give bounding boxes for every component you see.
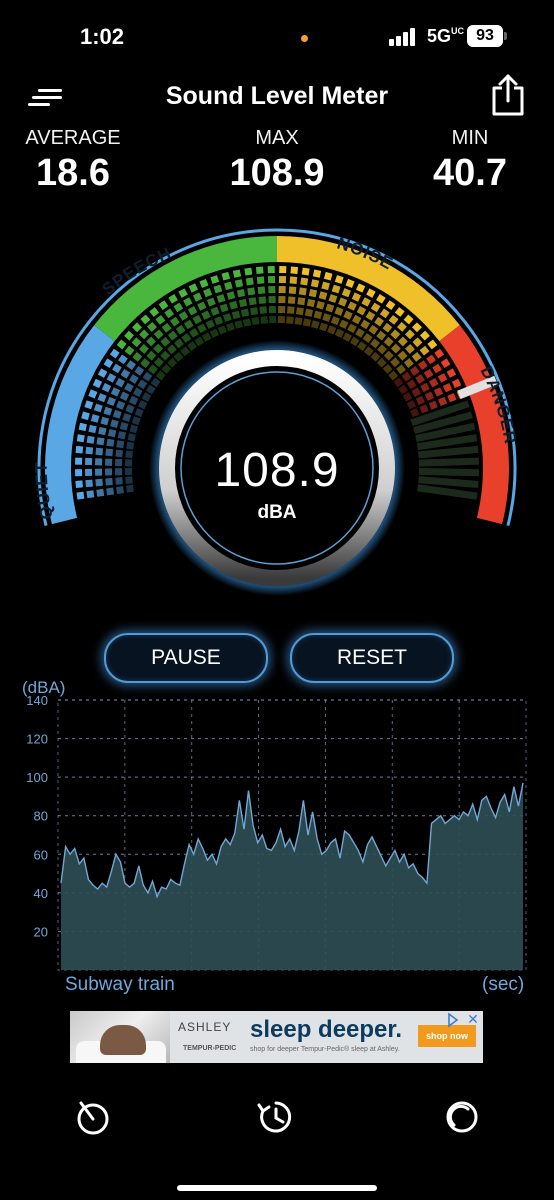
cellular-signal-icon bbox=[389, 28, 417, 46]
stat-max-value: 108.9 bbox=[229, 152, 325, 194]
sound-level-gauge: QUIET SPEECH NOISE DANGER bbox=[32, 228, 519, 596]
stat-min-label: MIN bbox=[451, 127, 489, 149]
home-indicator bbox=[177, 1185, 377, 1191]
recording-indicator-dot bbox=[301, 35, 308, 42]
gauge-tick bbox=[74, 467, 133, 477]
gauge-tick bbox=[418, 467, 480, 477]
ad-close-icon[interactable]: ✕ bbox=[463, 1011, 483, 1029]
sound-history-chart: 20 40 60 80 100 120 140 bbox=[26, 693, 527, 971]
chart-x-unit: (sec) bbox=[482, 974, 525, 995]
ad-brand: ASHLEY bbox=[178, 1020, 232, 1034]
stat-min-value: 40.7 bbox=[433, 152, 507, 194]
ad-headline: sleep deeper. bbox=[250, 1016, 403, 1043]
gauge-tick bbox=[376, 322, 422, 368]
stat-max: MAX 108.9 bbox=[187, 127, 367, 195]
ad-subtext: shop for deeper Tempur-Pedic® sleep at A… bbox=[250, 1046, 400, 1053]
ad-choices-icon[interactable] bbox=[444, 1011, 462, 1029]
battery-tip bbox=[504, 32, 507, 40]
share-icon[interactable] bbox=[490, 74, 526, 116]
chart-area-fill bbox=[61, 782, 523, 970]
current-reading-value: 108.9 bbox=[214, 444, 340, 497]
chart-ytick-label: 140 bbox=[26, 693, 48, 708]
chart-caption: Subway train bbox=[65, 974, 175, 995]
gauge-tick bbox=[418, 457, 480, 467]
chart-ytick-label: 40 bbox=[34, 886, 48, 901]
gauge-tick bbox=[76, 484, 134, 500]
chart-ytick-label: 60 bbox=[34, 847, 48, 862]
gauge-tick bbox=[418, 476, 479, 488]
status-time: 1:02 bbox=[80, 24, 125, 49]
gauge-tick bbox=[277, 265, 287, 324]
history-icon[interactable] bbox=[256, 1097, 296, 1137]
page-title: Sound Level Meter bbox=[165, 82, 389, 110]
network-type: 5GUC bbox=[427, 26, 465, 46]
battery-level: 93 bbox=[467, 25, 503, 47]
gauge-tick bbox=[75, 476, 133, 488]
settings-icon[interactable] bbox=[442, 1097, 482, 1137]
chart-ytick-label: 120 bbox=[26, 732, 48, 747]
gauge-tick bbox=[76, 434, 135, 450]
ad-brand-secondary: TEMPUR-PEDIC bbox=[183, 1045, 237, 1052]
gauge-icon[interactable] bbox=[73, 1097, 113, 1137]
gauge-tick bbox=[75, 445, 133, 459]
current-reading: 108.9 dBA bbox=[177, 443, 377, 524]
stat-min: MIN 40.7 bbox=[380, 127, 554, 195]
gauge-tick bbox=[132, 322, 178, 368]
gauge-tick bbox=[418, 445, 479, 459]
gauge-tick bbox=[294, 267, 310, 326]
current-reading-unit: dBA bbox=[257, 502, 297, 523]
stat-average: AVERAGE 18.6 bbox=[0, 127, 163, 195]
stat-average-label: AVERAGE bbox=[25, 127, 121, 149]
gauge-tick bbox=[74, 457, 133, 467]
stat-average-value: 18.6 bbox=[36, 152, 110, 194]
ad-person bbox=[100, 1025, 146, 1055]
gauge-tick bbox=[244, 267, 260, 326]
chart-ytick-label: 20 bbox=[34, 924, 48, 939]
stat-max-label: MAX bbox=[255, 127, 299, 149]
chart-ytick-label: 80 bbox=[34, 809, 48, 824]
gauge-tick bbox=[255, 266, 268, 324]
chart-ytick-label: 100 bbox=[26, 770, 48, 785]
ad-banner[interactable]: ASHLEY TEMPUR-PEDIC sleep deeper. shop f… bbox=[70, 1011, 483, 1063]
gauge-tick bbox=[267, 265, 277, 324]
gauge-tick bbox=[286, 266, 299, 324]
gauge-tick bbox=[417, 484, 478, 500]
